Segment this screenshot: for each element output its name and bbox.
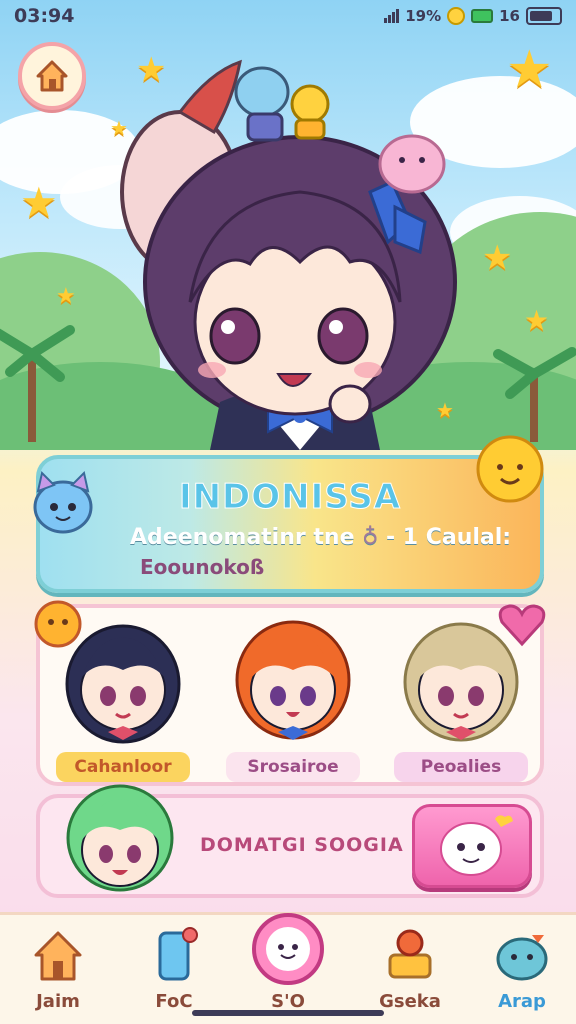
heart-icon — [498, 604, 546, 647]
blue-cat-mascot-icon — [33, 471, 93, 534]
nav-item-foc[interactable]: FoC — [126, 921, 222, 1017]
star-icon: ★ — [110, 116, 128, 140]
green-battery-icon — [471, 9, 494, 23]
star-icon: ★ — [482, 238, 513, 278]
nav-label: S'O — [271, 991, 305, 1012]
donate-panel: DOMATGI SOOGIA — [36, 784, 544, 898]
star-icon: ★ — [136, 50, 167, 90]
banner-subtitle2: Eoounokoß — [140, 555, 265, 579]
home-indicator[interactable] — [192, 1010, 384, 1016]
status-time: 03:94 — [14, 5, 75, 27]
nav-item-jaim[interactable]: Jaim — [10, 921, 106, 1017]
donate-button[interactable] — [412, 804, 532, 888]
banner-subtitle: Adeenomatinr tne ♁ - 1 Caulal: — [130, 525, 511, 550]
sun-mascot-icon — [476, 435, 544, 503]
banner-title: INDONISSA — [178, 477, 402, 518]
hero-illustration: ★ ★ ★ ★ ★ ★ ★ ★ — [0, 32, 576, 450]
bottom-nav: Jaim FoC S'O Gseka Arap — [0, 912, 576, 1024]
smiley-star-icon — [34, 600, 82, 648]
character-roster: Cahanloor Srosairoe Peoalies — [34, 600, 546, 786]
status-bar: 03:94 19% 16 — [0, 0, 576, 32]
candle-icon: ♁ — [362, 525, 379, 550]
balloon-icon — [388, 929, 432, 979]
home-button[interactable] — [18, 42, 86, 110]
phone-icon — [158, 927, 198, 981]
character-portrait — [235, 620, 351, 740]
star-icon: ★ — [436, 398, 454, 422]
smiley-icon — [252, 913, 324, 985]
battery-icon — [526, 7, 562, 25]
network-label: 16 — [499, 7, 520, 25]
banner-value: - 1 Caulal: — [385, 525, 512, 550]
donate-label: DOMATGI SOOGIA — [200, 834, 404, 856]
nav-item-gseka[interactable]: Gseka — [362, 921, 458, 1017]
status-indicators: 19% 16 — [384, 7, 562, 25]
character-slot[interactable]: Srosairoe — [218, 614, 368, 784]
nav-label: Arap — [498, 991, 546, 1012]
nav-label: Gseka — [379, 991, 441, 1012]
character-name-tag: Peoalies — [394, 752, 528, 782]
mascot-icon — [496, 935, 548, 981]
nav-item-arap[interactable]: Arap — [474, 921, 570, 1017]
star-icon: ★ — [506, 40, 553, 100]
ghost-mascot-icon — [440, 815, 513, 876]
emoji-icon — [447, 7, 466, 25]
nav-label: FoC — [155, 991, 193, 1012]
star-icon: ★ — [524, 304, 550, 337]
star-icon: ★ — [20, 178, 58, 227]
banner-subtitle-text: Adeenomatinr tne — [130, 525, 355, 550]
house-icon — [36, 60, 68, 92]
signal-icon — [384, 9, 400, 23]
nav-item-so[interactable]: S'O — [240, 913, 336, 1017]
house-icon — [34, 931, 82, 981]
nav-label: Jaim — [36, 991, 80, 1012]
signal-percent: 19% — [405, 7, 442, 25]
event-banner[interactable]: INDONISSA Adeenomatinr tne ♁ - 1 Caulal:… — [33, 435, 544, 593]
star-icon: ★ — [56, 284, 76, 309]
character-name-tag: Srosairoe — [226, 752, 360, 782]
green-hair-character-portrait — [66, 784, 174, 892]
